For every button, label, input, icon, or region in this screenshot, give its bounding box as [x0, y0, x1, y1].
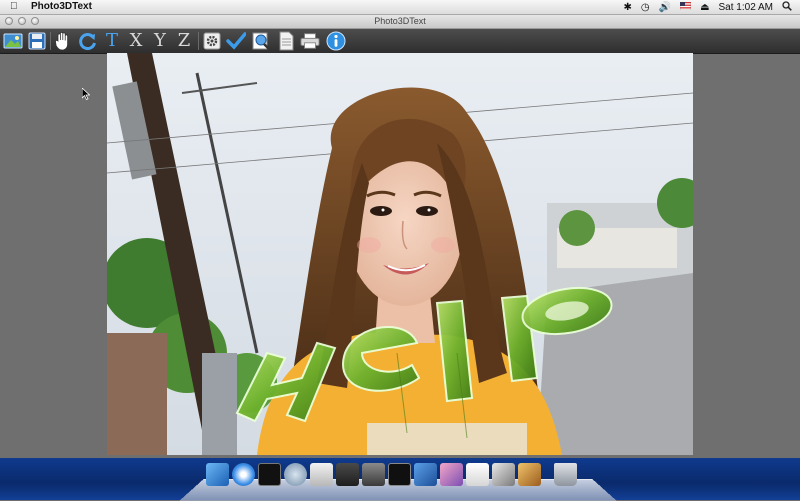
network-utility-icon[interactable] [284, 463, 307, 486]
info-icon [326, 31, 346, 51]
export-button[interactable] [276, 31, 296, 51]
toolbar-separator [50, 32, 51, 50]
rotate-z-button[interactable]: Z [174, 31, 194, 51]
rotate-button[interactable] [78, 31, 98, 51]
dashboard-icon[interactable] [336, 463, 359, 486]
hello-3d-text[interactable] [107, 53, 693, 455]
pan-button[interactable] [53, 31, 73, 51]
save-button[interactable] [27, 31, 47, 51]
rotate-y-button[interactable]: Y [150, 31, 170, 51]
document-icon [279, 31, 294, 51]
toolbar-separator [198, 32, 199, 50]
menu-bar:  Photo3DText ✱ ◷ 🔊 ⏏ Sat 1:02 AM [0, 0, 800, 15]
iphoto-icon[interactable] [492, 463, 515, 486]
dock [206, 463, 577, 486]
textedit-icon[interactable] [466, 463, 489, 486]
dvd-player-icon[interactable] [362, 463, 385, 486]
terminal-icon[interactable] [388, 463, 411, 486]
text-tool-button[interactable]: T [102, 31, 122, 51]
gear-icon [203, 32, 221, 50]
bluetooth-icon[interactable]: ✱ [623, 2, 631, 14]
apply-button[interactable] [226, 31, 246, 51]
volume-icon[interactable]: 🔊 [659, 2, 671, 14]
xcode-icon[interactable] [414, 463, 437, 486]
clock-text[interactable]: Sat 1:02 AM [719, 2, 773, 14]
finder-icon[interactable] [206, 463, 229, 486]
preview-icon[interactable] [310, 463, 333, 486]
picture-icon [3, 33, 23, 49]
floppy-disk-icon [28, 32, 46, 50]
open-image-button[interactable] [3, 31, 23, 51]
window-title-bar[interactable]: Photo3DText [0, 15, 800, 29]
app-menu-title[interactable]: Photo3DText [31, 1, 92, 12]
safari-icon[interactable] [232, 463, 255, 486]
spotlight-icon[interactable] [782, 1, 792, 15]
preview-button[interactable] [251, 31, 271, 51]
apple-menu-icon[interactable]:  [10, 1, 18, 12]
photo-canvas[interactable] [107, 53, 693, 455]
window-title: Photo3DText [374, 16, 426, 26]
toolbar: T X Y Z [0, 29, 800, 54]
print-button[interactable] [300, 31, 320, 51]
mouse-cursor-icon [82, 88, 90, 100]
info-button[interactable] [326, 31, 346, 51]
activity-monitor-icon[interactable] [258, 463, 281, 486]
eject-icon[interactable]: ⏏ [700, 2, 709, 14]
checkmark-icon [226, 32, 246, 50]
settings-button[interactable] [202, 31, 222, 51]
trash-icon[interactable] [554, 463, 577, 486]
rotate-x-button[interactable]: X [126, 31, 146, 51]
hand-icon [55, 31, 68, 51]
rotate-arrow-icon [79, 33, 96, 50]
flag-icon[interactable] [679, 1, 692, 14]
photo-booth-icon[interactable] [440, 463, 463, 486]
magnifier-icon [252, 32, 270, 50]
time-machine-icon[interactable]: ◷ [641, 2, 650, 14]
iterm-icon[interactable] [518, 463, 541, 486]
status-tray: ✱ ◷ 🔊 ⏏ Sat 1:02 AM [623, 1, 792, 15]
printer-icon [300, 33, 320, 49]
